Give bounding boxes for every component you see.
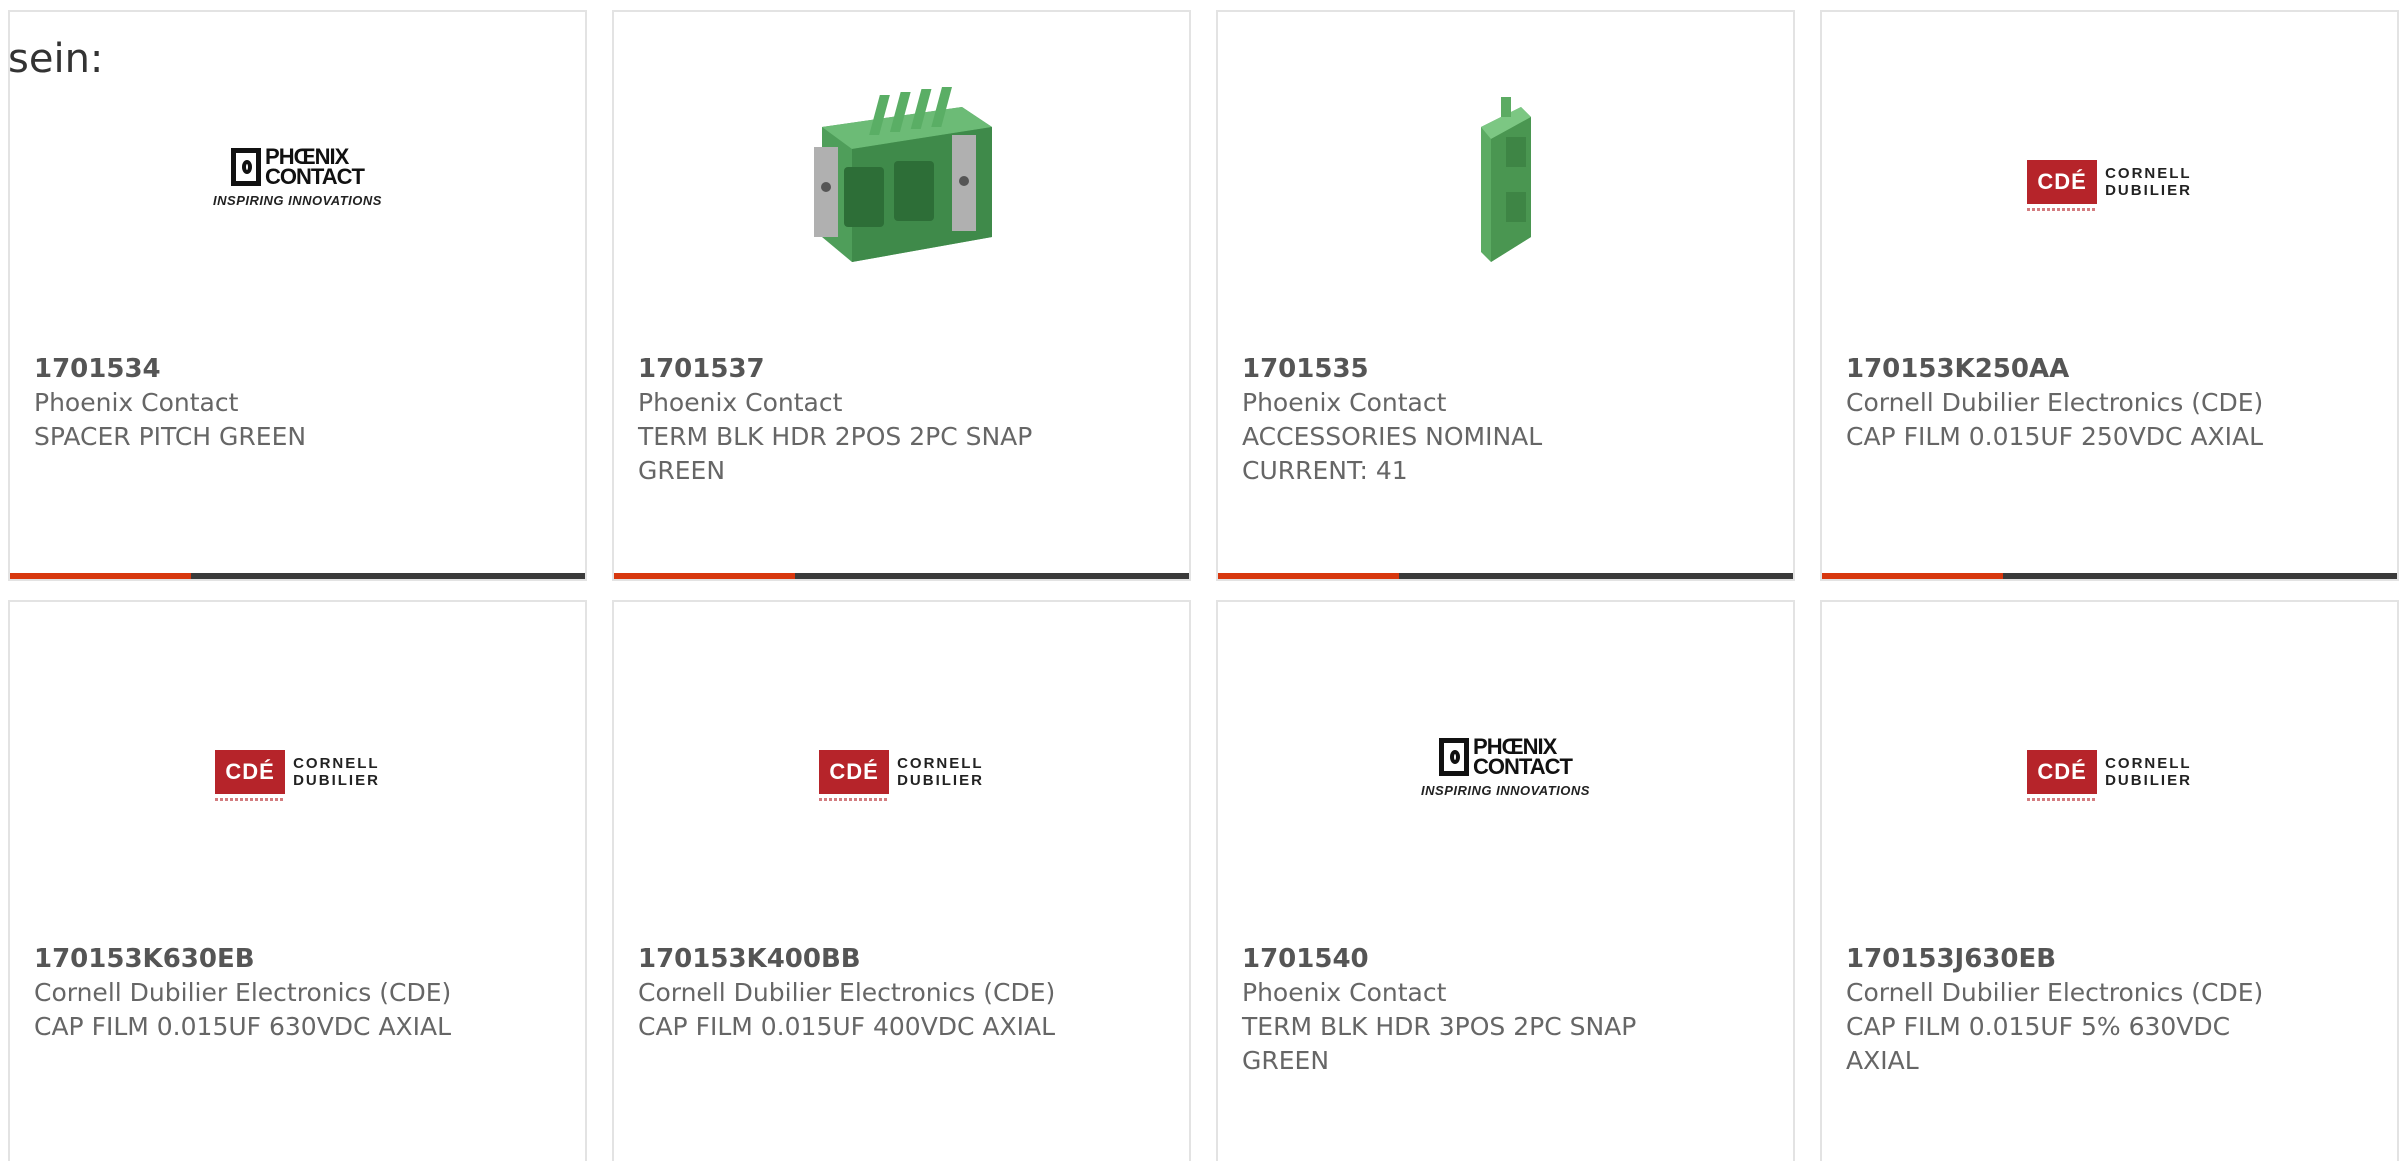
part-number[interactable]: 170153J630EB [1846, 942, 2277, 976]
logo-line2: DUBILIER [2105, 772, 2192, 789]
description: CAP FILM 0.015UF 630VDC AXIAL [34, 1012, 452, 1041]
logo-line1: CORNELL [897, 755, 984, 772]
card-bottom-bar [10, 573, 585, 579]
description: ACCESSORIES NOMINAL CURRENT: 41 [1242, 422, 1543, 485]
cde-mark: CDÉ [2027, 160, 2098, 211]
logo-line2: DUBILIER [293, 772, 380, 789]
product-card[interactable]: CDÉ CORNELL DUBILIER 170153K400BB Cornel… [612, 600, 1191, 1161]
product-grid: PHŒNIX CONTACT INSPIRING INNOVATIONS 170… [8, 10, 2399, 1161]
card-accent [1822, 573, 2003, 579]
description: SPACER PITCH GREEN [34, 422, 307, 451]
product-card[interactable]: PHŒNIX CONTACT INSPIRING INNOVATIONS 170… [1216, 600, 1795, 1161]
logo-tagline: INSPIRING INNOVATIONS [213, 193, 382, 208]
phoenix-mark-icon [1439, 738, 1470, 776]
part-number[interactable]: 1701537 [638, 352, 1069, 386]
logo-line1: CORNELL [293, 755, 380, 772]
part-number[interactable]: 170153K630EB [34, 942, 465, 976]
card-accent [614, 573, 795, 579]
manufacturer: Cornell Dubilier Electronics (CDE) [34, 978, 452, 1007]
product-image [1218, 82, 1793, 282]
description: CAP FILM 0.015UF 250VDC AXIAL [1846, 422, 2264, 451]
logo-line1: CORNELL [2105, 755, 2192, 772]
card-accent [10, 573, 191, 579]
part-number[interactable]: 170153K250AA [1846, 352, 2277, 386]
cde-mark: CDÉ [2027, 750, 2098, 801]
phoenix-contact-logo: PHŒNIX CONTACT INSPIRING INNOVATIONS [1401, 736, 1611, 807]
manufacturer: Cornell Dubilier Electronics (CDE) [1846, 388, 2264, 417]
logo-line1: CORNELL [2105, 165, 2192, 182]
logo-line2: DUBILIER [897, 772, 984, 789]
product-card[interactable]: CDÉ CORNELL DUBILIER 170153J630EB Cornel… [1820, 600, 2399, 1161]
part-number[interactable]: 1701535 [1242, 352, 1673, 386]
cornell-dubilier-logo: CDÉ CORNELL DUBILIER [819, 750, 984, 801]
product-grid-page: sein: PHŒNIX CONTACT INSPIRING INNOVATIO… [0, 0, 2400, 1161]
part-number[interactable]: 170153K400BB [638, 942, 1069, 976]
product-card[interactable]: CDÉ CORNELL DUBILIER 170153K250AA Cornel… [1820, 10, 2399, 581]
cornell-dubilier-logo: CDÉ CORNELL DUBILIER [2027, 750, 2192, 801]
part-number[interactable]: 1701540 [1242, 942, 1673, 976]
card-bottom-bar [1218, 573, 1793, 579]
product-card[interactable]: PHŒNIX CONTACT INSPIRING INNOVATIONS 170… [8, 10, 587, 581]
manufacturer: Phoenix Contact [34, 388, 239, 417]
product-image: CDÉ CORNELL DUBILIER [1822, 672, 2397, 872]
manufacturer: Phoenix Contact [1242, 388, 1447, 417]
terminal-block-connector-image [813, 87, 992, 262]
card-bottom-bar [614, 573, 1189, 579]
part-number[interactable]: 1701534 [34, 352, 465, 386]
logo-line2: DUBILIER [2105, 182, 2192, 199]
cde-mark: CDÉ [819, 750, 890, 801]
cornell-dubilier-logo: CDÉ CORNELL DUBILIER [2027, 160, 2192, 211]
product-card[interactable]: 1701535 Phoenix Contact ACCESSORIES NOMI… [1216, 10, 1795, 581]
product-card[interactable]: 1701537 Phoenix Contact TERM BLK HDR 2PO… [612, 10, 1191, 581]
logo-line2: CONTACT [265, 164, 365, 189]
manufacturer: Cornell Dubilier Electronics (CDE) [638, 978, 1056, 1007]
card-bottom-bar [1822, 573, 2397, 579]
product-image: PHŒNIX CONTACT INSPIRING INNOVATIONS [1218, 672, 1793, 872]
cde-mark: CDÉ [215, 750, 286, 801]
description: CAP FILM 0.015UF 400VDC AXIAL [638, 1012, 1056, 1041]
product-card[interactable]: CDÉ CORNELL DUBILIER 170153K630EB Cornel… [8, 600, 587, 1161]
phoenix-mark-icon [231, 148, 262, 186]
spacer-part-image [1480, 97, 1531, 262]
description: TERM BLK HDR 2POS 2PC SNAP GREEN [638, 422, 1033, 485]
product-image [614, 82, 1189, 282]
product-image: CDÉ CORNELL DUBILIER [1822, 82, 2397, 282]
logo-tagline: INSPIRING INNOVATIONS [1421, 783, 1590, 798]
description: TERM BLK HDR 3POS 2PC SNAP GREEN [1242, 1012, 1637, 1075]
logo-line2: CONTACT [1473, 754, 1573, 779]
manufacturer: Phoenix Contact [638, 388, 843, 417]
product-image: CDÉ CORNELL DUBILIER [10, 672, 585, 872]
manufacturer: Cornell Dubilier Electronics (CDE) [1846, 978, 2264, 1007]
phoenix-contact-logo: PHŒNIX CONTACT INSPIRING INNOVATIONS [193, 146, 403, 217]
intro-text: sein: [8, 36, 104, 82]
cornell-dubilier-logo: CDÉ CORNELL DUBILIER [215, 750, 380, 801]
description: CAP FILM 0.015UF 5% 630VDC AXIAL [1846, 1012, 2231, 1075]
card-accent [1218, 573, 1399, 579]
product-image: CDÉ CORNELL DUBILIER [614, 672, 1189, 872]
product-image: PHŒNIX CONTACT INSPIRING INNOVATIONS [10, 82, 585, 282]
manufacturer: Phoenix Contact [1242, 978, 1447, 1007]
